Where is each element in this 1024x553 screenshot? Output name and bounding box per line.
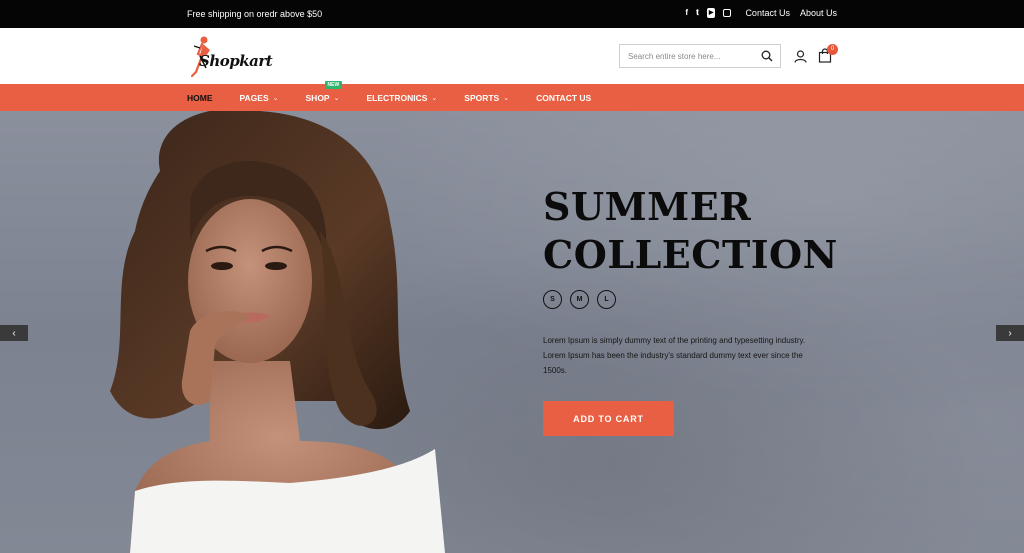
chevron-down-icon: ⌄ bbox=[333, 94, 340, 102]
nav-item-label: HOME bbox=[187, 92, 213, 103]
nav-item-electronics[interactable]: ELECTRONICS ⌄ bbox=[366, 93, 437, 103]
search-input[interactable] bbox=[620, 51, 755, 61]
youtube-icon[interactable]: ▶ bbox=[706, 8, 716, 18]
nav-item-label: SPORTS bbox=[464, 92, 500, 103]
nav-item-contact-us[interactable]: CONTACT US bbox=[536, 93, 591, 103]
hero-title: SUMMER COLLECTION bbox=[543, 183, 838, 279]
nav-item-label: ELECTRONICS bbox=[366, 92, 428, 103]
chevron-down-icon: ⌄ bbox=[431, 94, 438, 102]
nav-item-label: SHOP bbox=[305, 92, 330, 103]
nav-item-shop[interactable]: NEW SHOP ⌄ bbox=[305, 80, 343, 103]
shipping-notice: Free shipping on oredr above $50 bbox=[187, 9, 323, 19]
size-option-s[interactable]: S bbox=[543, 290, 562, 309]
contact-us-link[interactable]: Contact Us bbox=[745, 8, 790, 18]
nav-item-sports[interactable]: SPORTS ⌄ bbox=[464, 93, 509, 103]
search-box bbox=[619, 44, 781, 68]
chevron-down-icon: ⌄ bbox=[272, 94, 279, 102]
social-links: f 𝐭 ▶ bbox=[685, 8, 732, 18]
size-option-m[interactable]: M bbox=[570, 290, 589, 309]
chevron-right-icon: › bbox=[1008, 327, 1012, 339]
hero-title-line2: COLLECTION bbox=[543, 232, 838, 277]
size-option-l[interactable]: L bbox=[597, 290, 616, 309]
new-badge: NEW bbox=[324, 80, 343, 89]
hero-slider: SUMMER COLLECTION S M L Lorem Ipsum is s… bbox=[0, 111, 1024, 553]
slider-prev-button[interactable]: ‹ bbox=[0, 325, 28, 341]
main-nav: HOME PAGES ⌄ NEW SHOP ⌄ ELECTRONICS ⌄ SP… bbox=[0, 80, 1024, 111]
nav-item-label: PAGES bbox=[239, 92, 269, 103]
slider-next-button[interactable]: › bbox=[996, 325, 1024, 341]
hero-model-image bbox=[110, 111, 445, 553]
search-icon[interactable] bbox=[761, 50, 773, 62]
about-us-link[interactable]: About Us bbox=[800, 8, 837, 18]
nav-item-home[interactable]: HOME bbox=[187, 93, 213, 103]
facebook-icon[interactable]: f bbox=[685, 8, 688, 18]
logo-text[interactable]: Shopkart bbox=[199, 52, 273, 70]
chevron-left-icon: ‹ bbox=[12, 327, 16, 339]
top-bar: Free shipping on oredr above $50 f 𝐭 ▶ C… bbox=[0, 0, 1024, 28]
twitter-icon[interactable]: 𝐭 bbox=[696, 8, 699, 18]
nav-item-pages[interactable]: PAGES ⌄ bbox=[240, 93, 279, 103]
add-to-cart-button[interactable]: ADD TO CART bbox=[543, 401, 674, 436]
instagram-icon[interactable] bbox=[723, 9, 732, 17]
size-options: S M L bbox=[543, 290, 616, 309]
user-icon[interactable] bbox=[794, 50, 807, 63]
hero-title-line1: SUMMER bbox=[543, 184, 752, 229]
header: Shopkart 0 bbox=[0, 28, 1024, 84]
hero-description: Lorem Ipsum is simply dummy text of the … bbox=[543, 336, 806, 375]
nav-item-label: CONTACT US bbox=[536, 92, 592, 103]
cart-count-badge: 0 bbox=[827, 44, 838, 55]
chevron-down-icon: ⌄ bbox=[503, 94, 510, 102]
top-bar-right: f 𝐭 ▶ Contact Us About Us bbox=[685, 8, 837, 18]
